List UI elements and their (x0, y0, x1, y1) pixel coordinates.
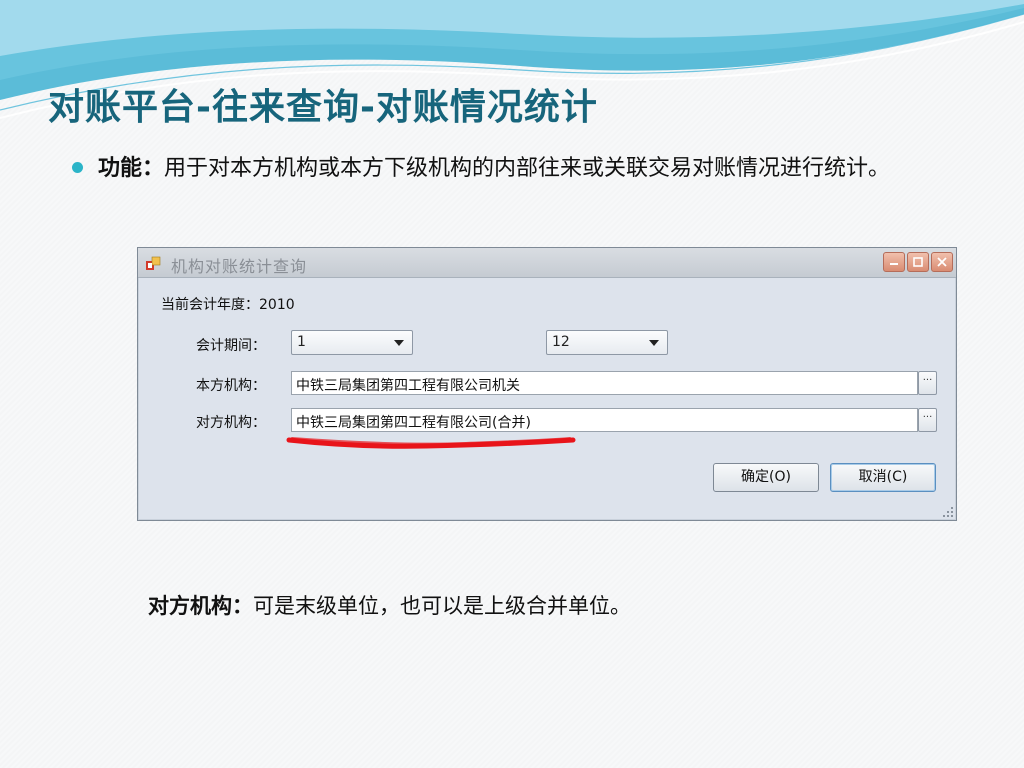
resize-grip-icon[interactable] (942, 506, 954, 518)
chevron-down-icon (649, 340, 659, 346)
close-button[interactable] (931, 252, 953, 272)
counter-org-field[interactable]: 中铁三局集团第四工程有限公司(合并) (291, 408, 918, 432)
note-label: 对方机构： (148, 593, 253, 618)
period-to-value: 12 (552, 334, 570, 350)
counterparty-note: 对方机构：可是末级单位，也可以是上级合并单位。 (148, 590, 631, 620)
period-to-select[interactable]: 12 (546, 330, 668, 355)
counter-org-browse-button[interactable]: ··· (918, 408, 937, 432)
dialog-titlebar[interactable]: 机构对账统计查询 (138, 248, 956, 278)
org-reconciliation-stats-dialog: 机构对账统计查询 当前会计年度：2010 会计期间： 1 12 本方机构： 中铁… (137, 247, 957, 521)
counter-org-value: 中铁三局集团第四工程有限公司(合并) (296, 415, 531, 431)
ok-button[interactable]: 确定(O) (713, 463, 819, 492)
close-icon (937, 257, 947, 267)
feature-description: 功能：用于对本方机构或本方下级机构的内部往来或关联交易对账情况进行统计。 (98, 152, 912, 185)
app-icon (146, 256, 161, 270)
note-text: 可是末级单位，也可以是上级合并单位。 (253, 594, 631, 618)
minimize-icon (890, 263, 898, 265)
feature-label: 功能： (98, 155, 165, 181)
chevron-down-icon (394, 340, 404, 346)
period-from-value: 1 (297, 334, 306, 350)
bullet-dot-icon (72, 162, 83, 173)
feature-bullet: 功能：用于对本方机构或本方下级机构的内部往来或关联交易对账情况进行统计。 (72, 152, 912, 185)
cancel-button[interactable]: 取消(C) (830, 463, 936, 492)
maximize-icon (913, 257, 923, 267)
slide-title: 对账平台-往来查询-对账情况统计 (48, 87, 598, 128)
own-org-browse-button[interactable]: ··· (918, 371, 937, 395)
dialog-body: 当前会计年度：2010 会计期间： 1 12 本方机构： 中铁三局集团第四工程有… (138, 278, 956, 520)
minimize-button[interactable] (883, 252, 905, 272)
own-org-label: 本方机构： (196, 378, 266, 394)
own-org-field[interactable]: 中铁三局集团第四工程有限公司机关 (291, 371, 918, 395)
own-org-value: 中铁三局集团第四工程有限公司机关 (296, 378, 520, 394)
fiscal-year-label-text: 当前会计年度： (161, 297, 259, 313)
maximize-button[interactable] (907, 252, 929, 272)
dialog-title: 机构对账统计查询 (171, 257, 308, 276)
period-from-select[interactable]: 1 (291, 330, 413, 355)
period-label: 会计期间： (196, 338, 266, 354)
feature-text: 用于对本方机构或本方下级机构的内部往来或关联交易对账情况进行统计。 (164, 156, 891, 181)
counter-org-label: 对方机构： (196, 415, 266, 431)
fiscal-year-value: 2010 (259, 297, 295, 313)
red-underline-annotation (286, 437, 576, 449)
fiscal-year-label: 当前会计年度：2010 (161, 294, 295, 314)
